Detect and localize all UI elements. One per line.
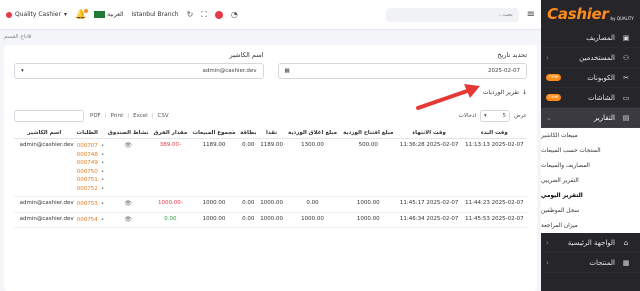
- notification-bell-icon[interactable]: 🔔: [75, 8, 89, 20]
- order-link[interactable]: 000754: [76, 216, 99, 225]
- view-activity-icon[interactable]: 👁: [124, 216, 132, 223]
- order-link[interactable]: 000753: [76, 200, 99, 209]
- sidebar: Cashier by QUALITY ▣ المصاريف ⚇ المستخدم…: [541, 0, 640, 291]
- sidebar-item-coupons[interactable]: ✂ الكوبونات new: [541, 68, 640, 88]
- page-length: عرض ▾ 5 ادخالات: [459, 110, 527, 122]
- order-link[interactable]: 000751: [76, 176, 99, 185]
- col-end[interactable]: وقت الانتهاء: [396, 128, 462, 139]
- box-icon: ▦: [622, 258, 630, 267]
- wallet-icon: ▣: [622, 33, 630, 42]
- arrow-down-icon: ↓: [521, 89, 527, 96]
- submenu-item-products-by-sales[interactable]: المنتجات حسب المبيعات: [541, 143, 640, 158]
- view-activity-icon[interactable]: 👁: [124, 200, 132, 207]
- language-switch[interactable]: العربية: [94, 11, 124, 18]
- col-cashier[interactable]: اسم الكاشير: [14, 128, 75, 139]
- export-csv-button[interactable]: CSV: [158, 113, 169, 119]
- coupon-icon: ✂: [623, 73, 629, 82]
- calendar-icon: ▦: [284, 68, 290, 74]
- table-row: 2025-02-07 11:45:53 2025-02-07 11:46:34 …: [14, 212, 527, 228]
- submenu-item-daily-report[interactable]: التقرير اليومي: [541, 188, 640, 203]
- logo: Cashier by QUALITY: [547, 5, 634, 23]
- col-dots: [99, 128, 106, 139]
- table-search-input[interactable]: [14, 110, 84, 122]
- sidebar-item-home[interactable]: ⌂ الواجهة الرئيسية ‹: [541, 233, 640, 253]
- flag-icon: [94, 11, 106, 18]
- col-cash[interactable]: نقدا: [258, 128, 285, 139]
- col-orders[interactable]: الطلبات: [74, 128, 100, 139]
- table-row: 2025-02-07 11:13:13 2025-02-07 11:36:28 …: [14, 138, 527, 197]
- export-print-button[interactable]: Print: [111, 113, 124, 119]
- cashier-label: اسم الكاشير: [229, 51, 264, 59]
- new-badge: new: [546, 74, 562, 81]
- order-link[interactable]: 000750: [76, 168, 99, 177]
- language-globe-icon[interactable]: [214, 10, 223, 19]
- bullet-icon: •: [101, 201, 105, 207]
- sidebar-item-users[interactable]: ⚇ المستخدمين ‹: [541, 48, 640, 68]
- monitor-icon: ▭: [622, 93, 630, 102]
- table-row: 2025-02-07 11:44:23 2025-02-07 11:45:17 …: [14, 196, 527, 213]
- bullet-icon: • • • • • •: [101, 143, 105, 192]
- view-activity-icon[interactable]: 👁: [124, 142, 132, 149]
- order-link[interactable]: 000752: [76, 185, 99, 194]
- sidebar-item-products[interactable]: ▦ المنتجات ‹: [541, 253, 640, 273]
- bullet-icon: •: [101, 216, 105, 223]
- col-start[interactable]: وقت البدء: [461, 128, 527, 139]
- branch-label[interactable]: Istanbul Branch: [132, 11, 179, 18]
- avatar: [6, 11, 12, 18]
- order-link[interactable]: 000749: [76, 159, 99, 168]
- sidebar-item-screens[interactable]: ▭ الشاشات new: [541, 88, 640, 108]
- date-label: تحديد تاريخ: [497, 51, 527, 59]
- table-header-row: وقت البدء وقت الانتهاء مبلغ افتتاح الورد…: [14, 128, 527, 139]
- export-buttons: PDF | Print | Excel | CSV: [90, 113, 169, 119]
- shifts-table: وقت البدء وقت الانتهاء مبلغ افتتاح الورد…: [14, 128, 527, 228]
- main-panel: تحديد تاريخ ▦ 2025-02-07 اسم الكاشير ▾ a…: [4, 45, 537, 291]
- chevron-down-icon: ▾: [63, 11, 67, 18]
- chevron-down-icon: ⌄: [546, 113, 552, 122]
- order-link[interactable]: 000707: [76, 142, 99, 151]
- export-pdf-button[interactable]: PDF: [90, 113, 101, 119]
- chevron-left-icon: ‹: [546, 258, 549, 267]
- cashier-select[interactable]: ▾ admin@cashier.dev: [14, 63, 264, 79]
- users-icon: ⚇: [622, 53, 630, 62]
- sidebar-item-expenses[interactable]: ▣ المصاريف: [541, 28, 640, 48]
- filters: تحديد تاريخ ▦ 2025-02-07 اسم الكاشير ▾ a…: [14, 51, 527, 79]
- user-menu[interactable]: Quality Cashier ▾: [6, 11, 67, 18]
- col-diff[interactable]: مقدار الفرق: [151, 128, 190, 139]
- col-card[interactable]: بطاقة: [238, 128, 259, 139]
- chevron-left-icon: ‹: [546, 53, 549, 62]
- page-length-select[interactable]: ▾ 5: [480, 110, 511, 122]
- submenu-item-tax-report[interactable]: التقرير الضريبي: [541, 173, 640, 188]
- submenu-item-trial-balance[interactable]: ميزان المراجعة: [541, 218, 640, 233]
- new-badge: new: [546, 94, 562, 101]
- export-excel-button[interactable]: Excel: [133, 113, 148, 119]
- chevron-down-icon: ▾: [484, 113, 487, 119]
- menu-toggle-icon[interactable]: ≡: [527, 9, 535, 20]
- refresh-icon[interactable]: ↻: [187, 10, 194, 19]
- col-opening[interactable]: مبلغ افتتاح الوردية: [340, 128, 397, 139]
- search-input[interactable]: [385, 7, 519, 22]
- top-header: ≡ ◔ ⛶ ↻ Istanbul Branch العربية 🔔 Qualit…: [0, 0, 541, 30]
- col-closing[interactable]: مبلغ اغلاق الوردية: [284, 128, 341, 139]
- shift-report-toggle[interactable]: ↓ تقرير الورديات: [14, 89, 527, 96]
- home-icon: ⌂: [623, 238, 629, 247]
- report-icon: ▤: [622, 113, 630, 122]
- help-icon[interactable]: ◔: [231, 10, 238, 19]
- date-input[interactable]: ▦ 2025-02-07: [277, 63, 527, 79]
- breadcrumb: ⊕ تاج القسم: [4, 34, 32, 40]
- sidebar-item-reports[interactable]: ▤ التقارير ⌄: [541, 108, 640, 128]
- fullscreen-icon[interactable]: ⛶: [201, 10, 207, 20]
- table-controls: عرض ▾ 5 ادخالات PDF | Print | Excel | CSV: [14, 110, 527, 122]
- chevron-down-icon: ▾: [21, 68, 24, 74]
- submenu-item-expenses-sales[interactable]: المصاريف والمبيعات: [541, 158, 640, 173]
- col-sales[interactable]: مجموع المبيعات: [189, 128, 239, 139]
- col-activity[interactable]: نشاط الصندوق: [105, 128, 152, 139]
- reports-submenu: مبيعات الكاشير المنتجات حسب المبيعات الم…: [541, 128, 640, 233]
- submenu-item-employee-log[interactable]: سجل الموظفين: [541, 203, 640, 218]
- chevron-left-icon: ‹: [546, 238, 549, 247]
- order-link[interactable]: 000748: [76, 151, 99, 160]
- submenu-item-cashier-sales[interactable]: مبيعات الكاشير: [541, 128, 640, 143]
